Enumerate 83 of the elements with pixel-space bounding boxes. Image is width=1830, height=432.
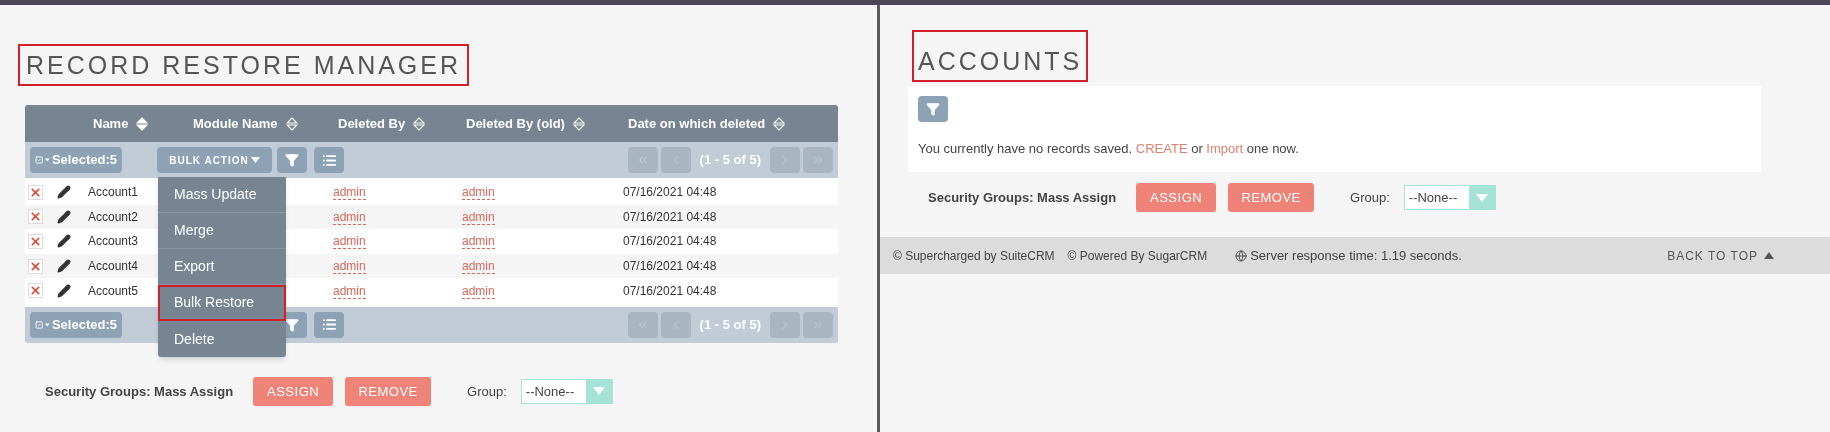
remove-button[interactable]: REMOVE — [345, 376, 432, 406]
sort-icon[interactable] — [136, 116, 149, 131]
globe-icon — [1235, 249, 1248, 262]
create-link[interactable]: CREATE — [1135, 141, 1188, 156]
list-view-button[interactable] — [314, 311, 344, 338]
filter-button[interactable] — [277, 147, 307, 173]
column-header[interactable]: Name — [93, 113, 129, 134]
column-header[interactable]: Module Name — [193, 113, 278, 134]
list-icon — [321, 152, 337, 168]
group-select[interactable]: --None-- — [1403, 185, 1496, 210]
sort-icon[interactable] — [773, 116, 786, 131]
dropdown-arrow-icon — [1475, 193, 1488, 202]
filter-icon — [926, 102, 940, 116]
edit-icon[interactable] — [57, 283, 71, 298]
group-label: Group: — [467, 382, 507, 401]
page-title: ACCOUNTS — [918, 46, 1083, 76]
menu-item[interactable]: Export — [158, 249, 286, 285]
import-link[interactable]: Import — [1206, 141, 1244, 156]
edit-icon[interactable] — [57, 234, 71, 249]
list-view-button[interactable] — [314, 147, 344, 173]
assign-button[interactable]: ASSIGN — [253, 376, 334, 406]
table-cell-text: Account3 — [87, 233, 140, 251]
menu-item[interactable]: Bulk Restore — [158, 285, 286, 321]
user-link[interactable]: admin — [462, 259, 495, 275]
empty-list-message: You currently have no records saved. CREATE or Import one now. — [918, 140, 1300, 158]
group-select[interactable]: --None-- — [520, 378, 613, 404]
response-time: Server response time: 1.19 seconds. — [1250, 246, 1462, 265]
delete-icon[interactable] — [28, 283, 43, 299]
pagination-text: (1 - 5 of 5) — [698, 151, 762, 170]
mass-assign-label: Security Groups: Mass Assign — [45, 382, 234, 401]
assign-button[interactable]: ASSIGN — [1136, 183, 1217, 212]
select-all-button[interactable]: Selected:5 — [30, 147, 122, 173]
dropdown-arrow-icon — [592, 387, 605, 396]
back-to-top-link[interactable]: BACK TO TOP — [1667, 246, 1774, 265]
caret-icon — [250, 157, 260, 163]
user-link[interactable]: admin — [462, 209, 495, 225]
delete-icon[interactable] — [28, 209, 43, 225]
select-all-button[interactable]: Selected:5 — [30, 311, 122, 338]
caret-icon — [45, 321, 50, 328]
table-cell-text: 07/16/2021 04:48 — [622, 258, 718, 276]
delete-icon[interactable] — [28, 234, 43, 249]
table-cell-text: 07/16/2021 04:48 — [622, 184, 718, 202]
filter-button[interactable] — [918, 96, 948, 122]
pagination-text: (1 - 5 of 5) — [698, 316, 762, 335]
list-icon — [321, 317, 337, 333]
edit-icon[interactable] — [57, 209, 71, 224]
table-cell-text: 07/16/2021 04:48 — [622, 233, 718, 251]
delete-icon[interactable] — [28, 258, 43, 274]
remove-button[interactable]: REMOVE — [1228, 183, 1315, 212]
user-link[interactable]: admin — [333, 283, 366, 299]
column-header[interactable]: Deleted By — [338, 113, 406, 134]
filter-icon — [285, 153, 299, 167]
group-label: Group: — [1350, 188, 1390, 207]
bulk-action-button[interactable]: BULK ACTION — [157, 147, 272, 173]
edit-icon[interactable] — [57, 185, 71, 200]
mass-assign-label: Security Groups: Mass Assign — [928, 188, 1117, 207]
menu-item[interactable]: Delete — [158, 321, 286, 357]
table-cell-text: 07/16/2021 04:48 — [622, 282, 718, 300]
user-link[interactable]: admin — [333, 185, 366, 201]
sort-icon[interactable] — [572, 116, 585, 131]
column-header[interactable]: Date on which deleted — [628, 113, 766, 134]
table-cell-text: 07/16/2021 04:48 — [622, 208, 718, 226]
user-link[interactable]: admin — [462, 283, 495, 299]
up-triangle-icon — [1764, 252, 1774, 259]
filter-icon — [285, 317, 299, 332]
table-cell-text: Account2 — [87, 208, 140, 226]
footer-text: © Powered By SugarCRM — [1067, 247, 1208, 265]
sort-icon[interactable] — [413, 116, 426, 131]
user-link[interactable]: admin — [462, 234, 495, 250]
menu-item[interactable]: Mass Update — [158, 177, 286, 213]
user-link[interactable]: admin — [462, 185, 495, 201]
user-link[interactable]: admin — [333, 234, 366, 250]
caret-icon — [45, 157, 50, 163]
menu-item[interactable]: Merge — [158, 213, 286, 249]
edit-icon[interactable] — [57, 259, 71, 274]
table-cell-text: Account5 — [87, 282, 140, 300]
user-link[interactable]: admin — [333, 259, 366, 275]
user-link[interactable]: admin — [333, 209, 366, 225]
page-title: RECORD RESTORE MANAGER — [26, 50, 462, 80]
delete-icon[interactable] — [28, 184, 43, 200]
sort-icon[interactable] — [285, 116, 298, 131]
footer-text: © Supercharged by SuiteCRM — [893, 247, 1055, 265]
column-header[interactable]: Deleted By (old) — [466, 113, 565, 134]
